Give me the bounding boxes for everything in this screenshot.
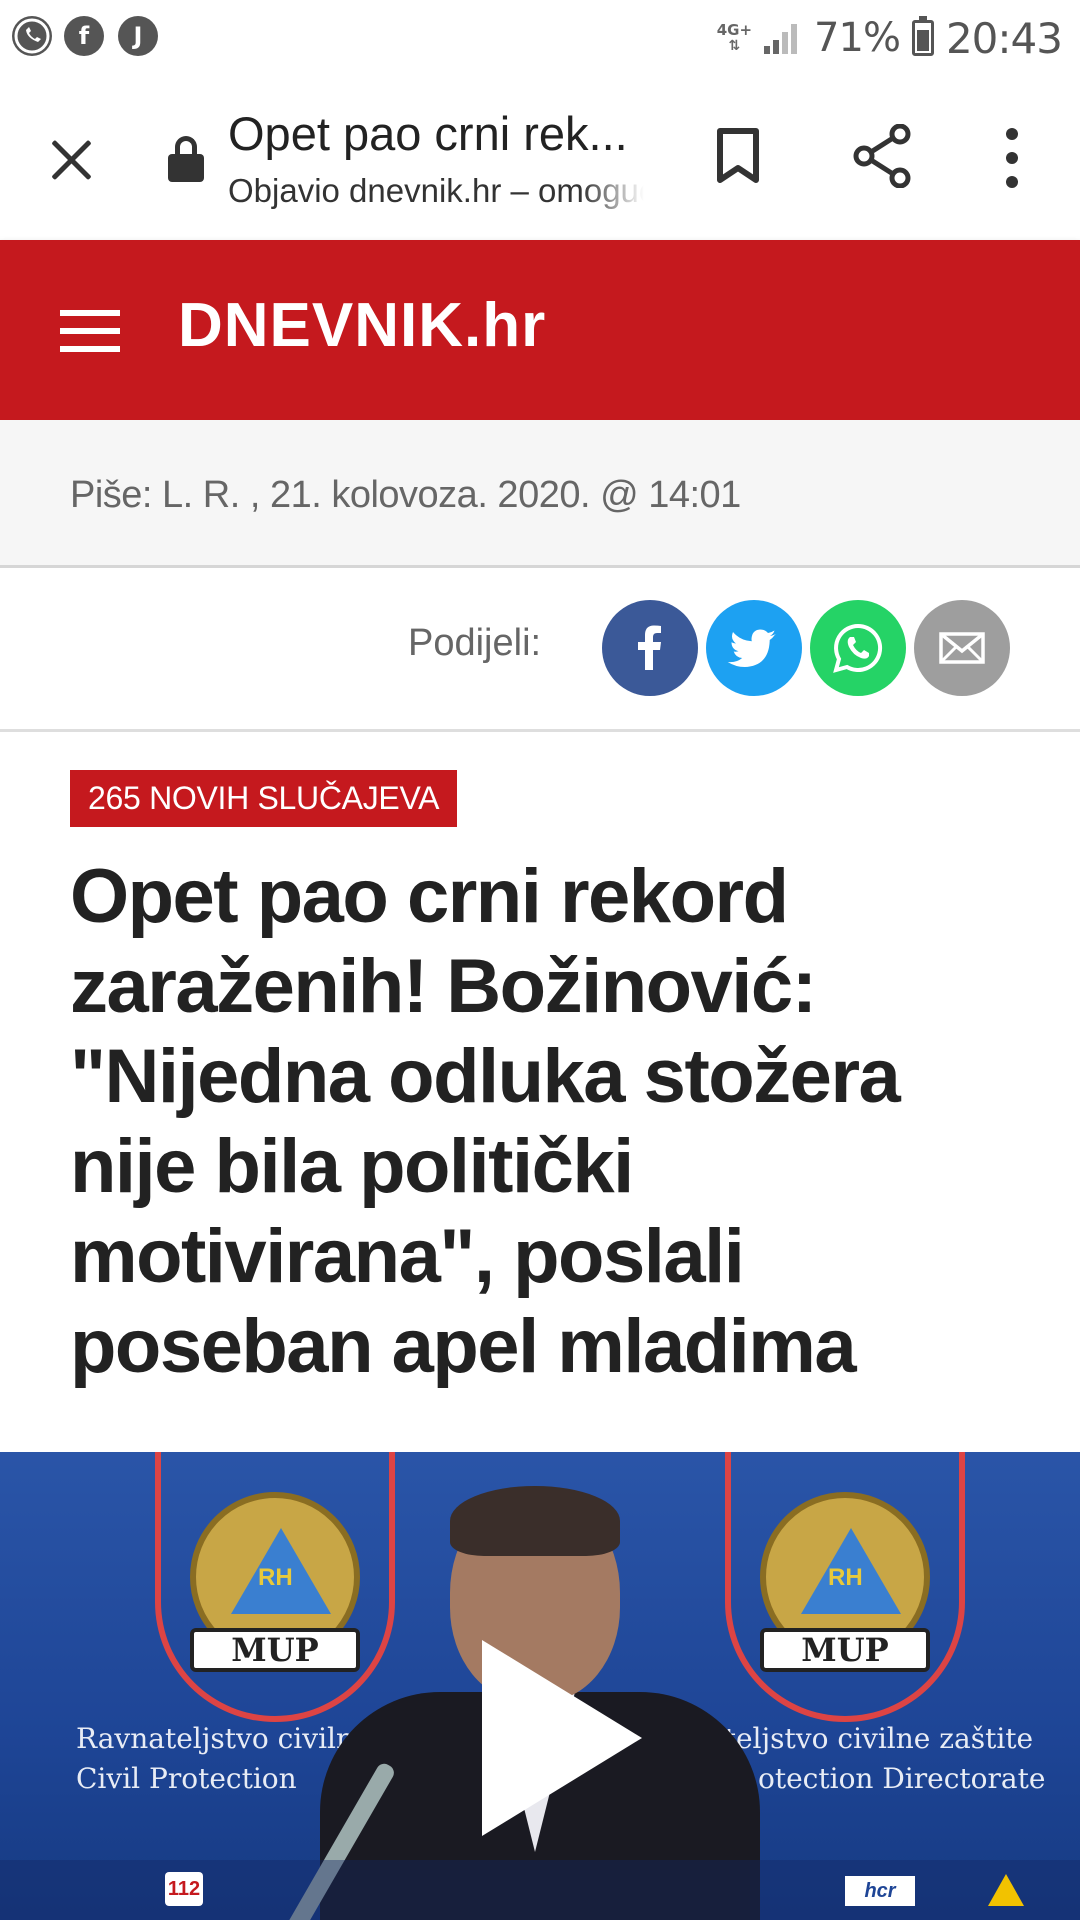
- headline-line: poseban apel mladima: [70, 1304, 857, 1389]
- facebook-icon: [638, 625, 661, 670]
- share-label: Podijeli:: [408, 622, 542, 664]
- article-headline: Opet pao crni rekord zaraženih! Božinovi…: [70, 852, 1030, 1392]
- whatsapp-icon: [12, 16, 52, 56]
- site-header: DNEVNIK.hr: [0, 240, 1080, 420]
- whatsapp-icon: [833, 623, 883, 673]
- hcr-logo: hcr: [845, 1876, 915, 1906]
- status-bar: f J 4G+ ⇅ 71% 20:43: [0, 0, 1080, 76]
- status-indicators: 4G+ ⇅ 71% 20:43: [716, 10, 1063, 66]
- site-logo[interactable]: DNEVNIK.hr: [178, 290, 546, 361]
- headline-line: Opet pao crni rekord: [70, 854, 789, 939]
- share-facebook-button[interactable]: [602, 600, 698, 696]
- lock-icon[interactable]: [168, 136, 204, 182]
- clock: 20:43: [945, 13, 1063, 63]
- custom-tab-toolbar: Opet pao crni rek... Objavio dnevnik.hr …: [0, 76, 1080, 240]
- headline-line: nije bila politički: [70, 1124, 634, 1209]
- j-app-icon: J: [118, 16, 158, 56]
- article-tag[interactable]: 265 NOVIH SLUČAJEVA: [70, 770, 458, 827]
- mup-label: MUP: [760, 1628, 930, 1672]
- network-indicator: 4G+ ⇅: [716, 21, 753, 54]
- share-row: Podijeli:: [0, 568, 1080, 732]
- page-publisher[interactable]: Objavio dnevnik.hr – omogućio Google: [228, 172, 644, 210]
- share-email-button[interactable]: [914, 600, 1010, 696]
- bookmark-icon[interactable]: [716, 128, 760, 184]
- signal-icon: [764, 22, 802, 54]
- headline-line: "Nijedna odluka stožera: [70, 1034, 901, 1119]
- page-title[interactable]: Opet pao crni rek...: [228, 106, 648, 161]
- article-byline: Piše: L. R. , 21. kolovoza. 2020. @ 14:0…: [70, 474, 741, 516]
- menu-icon[interactable]: [60, 310, 120, 352]
- headline-line: zaraženih! Božinović:: [70, 944, 817, 1029]
- email-icon: [939, 632, 985, 664]
- play-icon[interactable]: [482, 1640, 642, 1836]
- battery-icon: [911, 16, 934, 56]
- close-icon[interactable]: [40, 128, 104, 192]
- 112-logo: 112: [165, 1872, 203, 1906]
- byline-bar: Piše: L. R. , 21. kolovoza. 2020. @ 14:0…: [0, 420, 1080, 568]
- backdrop-text: otection Directorate: [758, 1762, 1046, 1795]
- battery-percent: 71%: [814, 15, 901, 61]
- facebook-icon: f: [64, 16, 104, 56]
- share-twitter-button[interactable]: [706, 600, 802, 696]
- twitter-icon: [727, 629, 776, 667]
- backdrop-text: Civil Protection: [76, 1762, 297, 1795]
- headline-line: motivirana", poslali: [70, 1214, 745, 1299]
- video-footer-logos: 112 hcr: [0, 1860, 1080, 1920]
- radiation-warning-icon: [988, 1874, 1024, 1906]
- share-whatsapp-button[interactable]: [810, 600, 906, 696]
- share-icon[interactable]: [852, 124, 914, 188]
- more-options-icon[interactable]: [1000, 128, 1024, 188]
- video-player[interactable]: RH MUP Ravnateljstvo civilne Civil Prote…: [0, 1452, 1080, 1920]
